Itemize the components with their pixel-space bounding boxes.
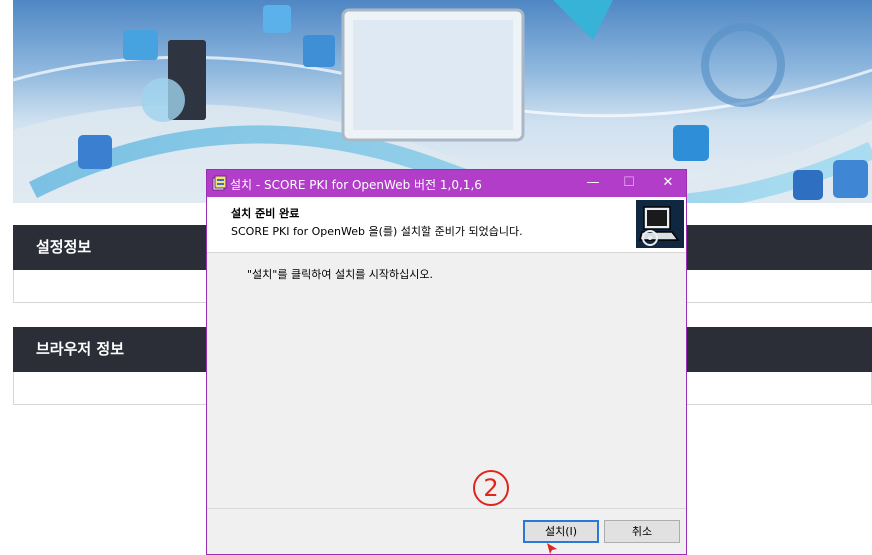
- wizard-step-subtitle: SCORE PKI for OpenWeb 을(를) 설치할 준비가 되었습니다…: [231, 225, 523, 238]
- installer-computer-icon: [636, 200, 684, 248]
- wizard-step-title: 설치 준비 완료: [231, 207, 300, 220]
- dialog-titlebar[interactable]: 설치 - SCORE PKI for OpenWeb 버전 1,0,1,6 — …: [207, 170, 686, 197]
- wizard-header-panel: 설치 준비 완료 SCORE PKI for OpenWeb 을(를) 설치할 …: [207, 197, 686, 253]
- svg-text:2: 2: [483, 474, 498, 502]
- installer-dialog: 설치 - SCORE PKI for OpenWeb 버전 1,0,1,6 — …: [206, 169, 687, 555]
- section-browser-title: 브라우저 정보: [36, 340, 125, 358]
- minimize-button[interactable]: —: [575, 170, 611, 197]
- section-settings-title: 설정정보: [36, 238, 92, 256]
- installer-app-icon: [212, 175, 227, 191]
- maximize-button[interactable]: ☐: [611, 170, 647, 197]
- install-button[interactable]: 설치(I): [523, 520, 599, 543]
- cancel-button[interactable]: 취소: [604, 520, 680, 543]
- button-separator: [207, 508, 686, 509]
- close-button[interactable]: ✕: [650, 170, 686, 197]
- step-2-marker-icon: 2: [473, 470, 509, 506]
- instruction-text: "설치"를 클릭하여 설치를 시작하십시오.: [247, 268, 434, 281]
- red-arrow-cursor-icon: [547, 543, 557, 554]
- dialog-title: 설치 - SCORE PKI for OpenWeb 버전 1,0,1,6: [230, 178, 482, 192]
